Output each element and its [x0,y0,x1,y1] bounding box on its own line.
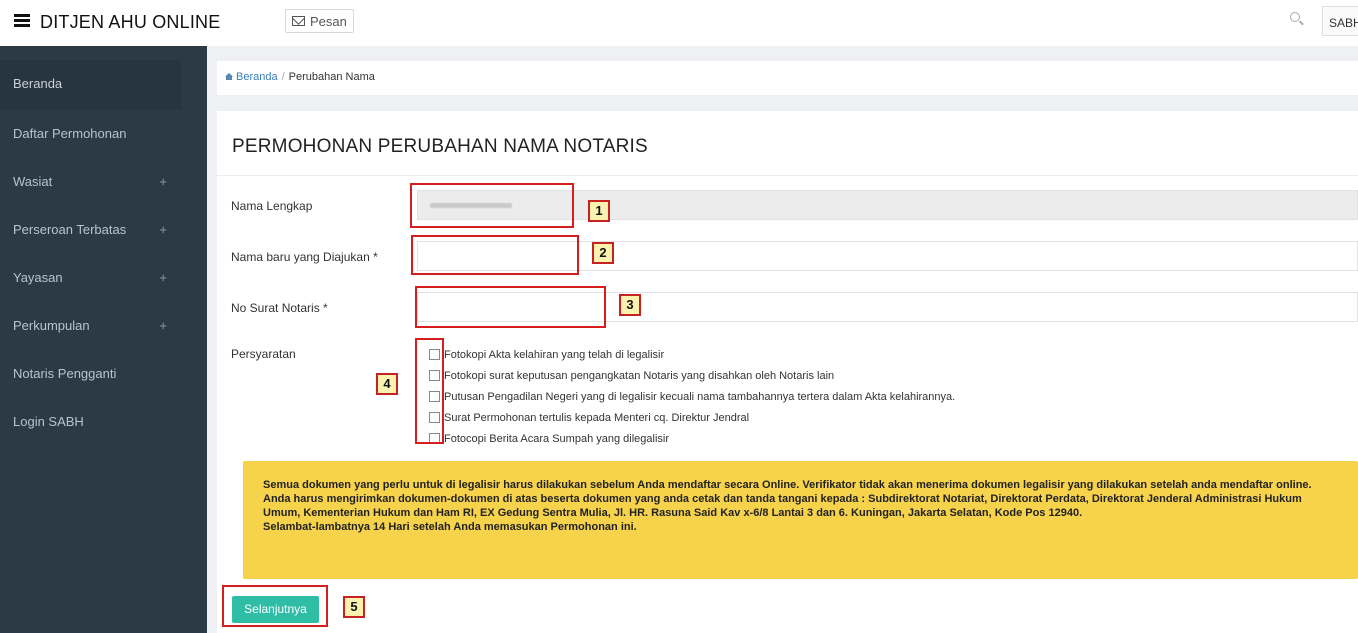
sidebar-item-yayasan[interactable]: Yayasan + [0,254,207,302]
highlight-box-1 [410,183,574,228]
annotation-marker-5: 5 [343,596,365,618]
requirement-item[interactable]: Surat Permohonan tertulis kepada Menteri… [429,407,955,428]
top-bar: DITJEN AHU ONLINE Pesan SABH [0,0,1358,46]
home-icon [225,73,233,80]
expand-plus-icon[interactable]: + [159,158,167,206]
notice-paragraph-3: Selambat-lambatnya 14 Hari setelah Anda … [263,521,637,533]
annotation-marker-3: 3 [619,294,641,316]
envelope-icon [292,16,305,26]
divider [217,175,1358,176]
full-name-label: Nama Lengkap [231,199,313,213]
requirement-item[interactable]: Putusan Pengadilan Negeri yang di legali… [429,386,955,407]
highlight-box-2 [411,235,579,275]
page-title: PERMOHONAN PERUBAHAN NAMA NOTARIS [232,136,648,157]
breadcrumb-home-link[interactable]: Beranda [236,71,278,83]
new-name-label: Nama baru yang Diajukan * [231,250,378,264]
sidebar: Beranda Daftar Permohonan Wasiat + Perser… [0,46,207,633]
annotation-marker-1: 1 [588,200,610,222]
requirement-item[interactable]: Fotocopi Berita Acara Sumpah yang dilega… [429,428,955,449]
user-menu[interactable]: SABH [1322,6,1358,36]
messages-button-label: Pesan [310,13,347,29]
sidebar-item-beranda[interactable]: Beranda [0,60,181,110]
requirements-list: Fotokopi Akta kelahiran yang telah di le… [429,344,955,449]
expand-plus-icon[interactable]: + [159,254,167,302]
expand-plus-icon[interactable]: + [159,302,167,350]
breadcrumb-current: Perubahan Nama [288,71,375,83]
breadcrumb-separator: / [281,71,285,83]
form-panel: PERMOHONAN PERUBAHAN NAMA NOTARIS Nama L… [217,111,1358,633]
requirements-label: Persyaratan [231,347,296,361]
annotation-marker-4: 4 [376,373,398,395]
highlight-box-3 [415,286,606,328]
hamburger-menu-icon[interactable] [14,14,30,28]
sidebar-item-daftar-permohonan[interactable]: Daftar Permohonan [0,110,207,158]
breadcrumb: Beranda / Perubahan Nama [217,61,1358,95]
highlight-box-4 [415,338,444,444]
legalization-notice: Semua dokumen yang perlu untuk di legali… [243,461,1358,579]
messages-button[interactable]: Pesan [285,9,354,33]
requirement-item[interactable]: Fotokopi surat keputusan pengangkatan No… [429,365,955,386]
search-icon[interactable] [1290,12,1304,26]
sidebar-item-notaris-pengganti[interactable]: Notaris Pengganti [0,350,207,398]
annotation-marker-2: 2 [592,242,614,264]
sidebar-item-login-sabh[interactable]: Login SABH [0,398,207,446]
expand-plus-icon[interactable]: + [159,206,167,254]
main-content: Beranda / Perubahan Nama PERMOHONAN PERUBA… [207,46,1358,633]
requirement-item[interactable]: Fotokopi Akta kelahiran yang telah di le… [429,344,955,365]
sidebar-item-perseroan-terbatas[interactable]: Perseroan Terbatas + [0,206,207,254]
highlight-box-5 [222,585,328,627]
notice-paragraph-2: Anda harus mengirimkan dokumen-dokumen d… [263,493,1302,519]
letter-number-label: No Surat Notaris * [231,301,328,315]
sidebar-item-wasiat[interactable]: Wasiat + [0,158,207,206]
sidebar-item-perkumpulan[interactable]: Perkumpulan + [0,302,207,350]
notice-paragraph-1: Semua dokumen yang perlu untuk di legali… [263,479,1312,491]
app-brand[interactable]: DITJEN AHU ONLINE [40,12,220,33]
